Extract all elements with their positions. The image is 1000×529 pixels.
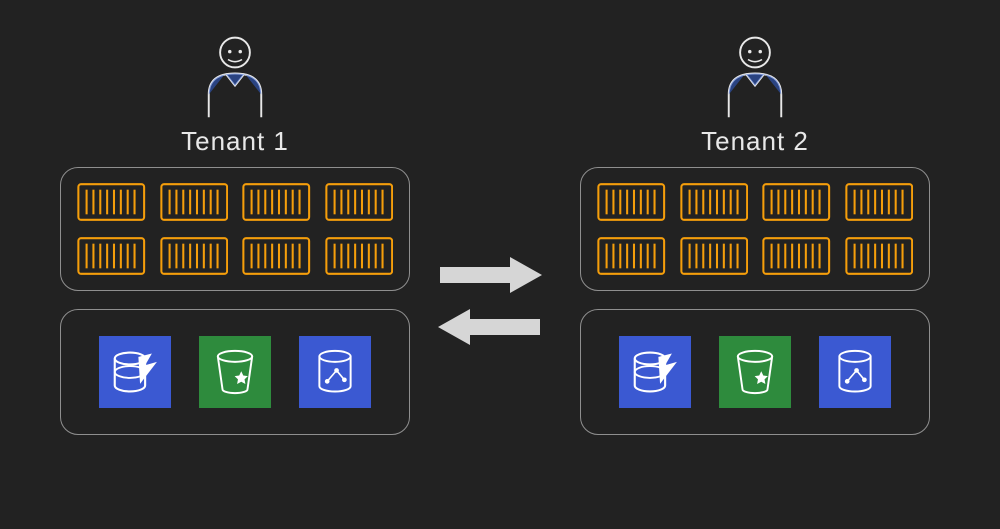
container-icon xyxy=(680,236,749,276)
user-icon xyxy=(720,32,790,122)
dynamodb-icon xyxy=(619,336,691,408)
container-icon xyxy=(325,182,394,222)
container-grid xyxy=(597,182,913,276)
tenant-1-label: Tenant 1 xyxy=(60,126,410,157)
s3-bucket-icon xyxy=(719,336,791,408)
container-icon xyxy=(77,236,146,276)
tenant-1-containers-panel xyxy=(60,167,410,291)
bidirectional-arrows xyxy=(430,245,570,357)
container-icon xyxy=(845,182,914,222)
container-icon xyxy=(762,236,831,276)
container-icon xyxy=(160,236,229,276)
services-row xyxy=(597,324,913,420)
dynamodb-icon xyxy=(99,336,171,408)
tenant-2-services-panel xyxy=(580,309,930,435)
arrow-right-icon xyxy=(430,253,550,297)
container-icon xyxy=(680,182,749,222)
services-row xyxy=(77,324,393,420)
container-grid xyxy=(77,182,393,276)
graph-db-icon xyxy=(299,336,371,408)
container-icon xyxy=(845,236,914,276)
tenant-block-2: Tenant 2 xyxy=(580,32,930,453)
graph-db-icon xyxy=(819,336,891,408)
container-icon xyxy=(242,182,311,222)
container-icon xyxy=(325,236,394,276)
tenant-2-label: Tenant 2 xyxy=(580,126,930,157)
container-icon xyxy=(77,182,146,222)
arrow-left-icon xyxy=(430,305,550,349)
tenant-2-containers-panel xyxy=(580,167,930,291)
user-icon xyxy=(200,32,270,122)
container-icon xyxy=(160,182,229,222)
container-icon xyxy=(597,236,666,276)
tenant-block-1: Tenant 1 xyxy=(60,32,410,453)
container-icon xyxy=(242,236,311,276)
container-icon xyxy=(597,182,666,222)
container-icon xyxy=(762,182,831,222)
tenant-1-services-panel xyxy=(60,309,410,435)
s3-bucket-icon xyxy=(199,336,271,408)
